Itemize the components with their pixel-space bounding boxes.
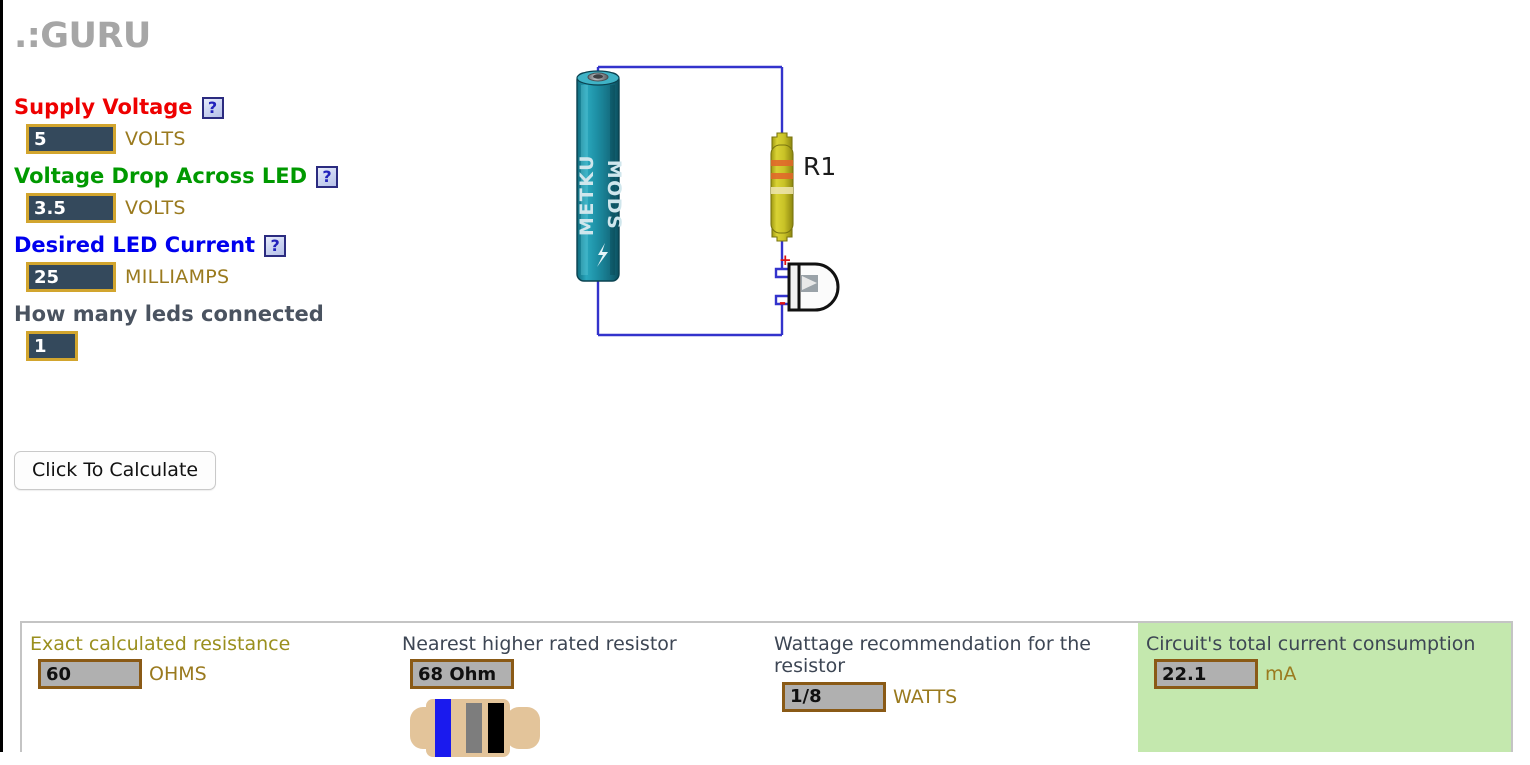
page-left-border	[0, 0, 3, 752]
result-cell-total-current: Circuit's total current consumption mA	[1138, 623, 1511, 752]
led-count-input[interactable]	[26, 331, 78, 362]
led-current-label: Desired LED Current ?	[14, 234, 534, 257]
supply-voltage-label-text: Supply Voltage	[14, 95, 193, 119]
result-cell-wattage: Wattage recommendation for the resistor …	[766, 623, 1138, 752]
voltage-drop-row: VOLTS	[26, 193, 534, 224]
wattage-unit: WATTS	[893, 685, 958, 708]
nearest-resistor-row	[410, 659, 766, 690]
results-table: Exact calculated resistance OHMS Nearest…	[20, 621, 1513, 758]
exact-resistance-output[interactable]	[38, 659, 142, 690]
circuit-schematic: METKU MODS R1 + -	[560, 45, 870, 375]
exact-resistance-row: OHMS	[38, 659, 394, 690]
supply-voltage-help-icon[interactable]: ?	[201, 96, 224, 119]
led-current-unit: MILLIAMPS	[125, 266, 230, 289]
total-current-output[interactable]	[1154, 659, 1258, 690]
led-current-row: MILLIAMPS	[26, 262, 534, 293]
total-current-unit: mA	[1265, 663, 1297, 686]
result-cell-nearest-resistor: Nearest higher rated resistor	[394, 623, 766, 758]
led-minus-sign: -	[779, 293, 786, 313]
result-cell-exact-resistance: Exact calculated resistance OHMS	[22, 623, 394, 752]
led-symbol: + -	[774, 251, 840, 313]
calculate-button[interactable]: Click To Calculate	[14, 451, 217, 490]
exact-resistance-unit: OHMS	[149, 663, 207, 686]
led-current-label-text: Desired LED Current	[14, 233, 256, 258]
resistor-symbol: R1	[770, 132, 836, 242]
led-plus-sign: +	[779, 251, 792, 269]
nearest-resistor-label: Nearest higher rated resistor	[402, 633, 677, 655]
voltage-drop-label-text: Voltage Drop Across LED	[14, 164, 308, 189]
total-current-label: Circuit's total current consumption	[1146, 633, 1476, 655]
voltage-drop-help-icon[interactable]: ?	[316, 165, 339, 188]
nearest-resistor-output[interactable]	[410, 659, 514, 690]
supply-voltage-row: VOLTS	[26, 124, 534, 155]
voltage-drop-label: Voltage Drop Across LED ?	[14, 164, 534, 189]
voltage-drop-unit: VOLTS	[125, 197, 186, 220]
battery-symbol: METKU MODS	[576, 70, 625, 282]
led-count-label-text: How many leds connected	[14, 302, 324, 327]
wattage-label: Wattage recommendation for the resistor	[774, 633, 1091, 678]
led-count-label: How many leds connected	[14, 303, 534, 326]
resistor-label: R1	[803, 152, 836, 181]
wattage-row: WATTS	[782, 681, 1138, 712]
led-current-input[interactable]	[26, 262, 116, 293]
supply-voltage-unit: VOLTS	[125, 128, 186, 151]
led-current-help-icon[interactable]: ?	[264, 234, 287, 257]
led-resistor-form: Supply Voltage ? VOLTS Voltage Drop Acro…	[14, 95, 534, 372]
supply-voltage-label: Supply Voltage ?	[14, 95, 534, 119]
wattage-output[interactable]	[782, 681, 886, 712]
supply-voltage-input[interactable]	[26, 124, 116, 155]
total-current-row: mA	[1154, 659, 1511, 690]
site-logo: .:GURU	[14, 16, 151, 56]
led-count-row	[26, 331, 534, 362]
battery-brand-line1: METKU	[576, 154, 598, 236]
voltage-drop-input[interactable]	[26, 193, 116, 224]
resistor-color-code-graphic	[410, 693, 766, 765]
battery-brand-line2: MODS	[603, 160, 625, 231]
exact-resistance-label: Exact calculated resistance	[30, 633, 291, 655]
